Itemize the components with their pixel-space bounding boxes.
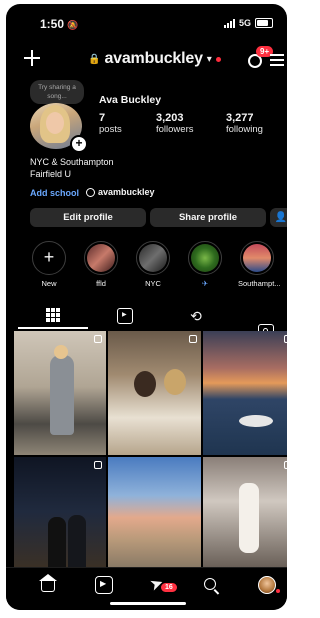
highlight-cover bbox=[136, 241, 170, 275]
home-icon-roof bbox=[39, 574, 57, 581]
multi-photo-icon bbox=[94, 335, 102, 343]
bell-silenced-icon: 🔕 bbox=[67, 20, 79, 30]
highlight-label: ffld bbox=[96, 279, 106, 288]
post-thumbnail[interactable] bbox=[108, 457, 201, 567]
lock-icon: 🔒 bbox=[88, 53, 101, 65]
highlight-label: New bbox=[41, 279, 57, 288]
discover-people-button[interactable]: 👤 bbox=[270, 208, 287, 227]
network-label: 5G bbox=[238, 18, 251, 28]
dm-badge: 16 bbox=[160, 582, 178, 593]
reels-icon[interactable] bbox=[95, 576, 113, 594]
add-story-icon[interactable]: + bbox=[70, 135, 88, 153]
highlight-item[interactable]: Southampt... bbox=[238, 241, 281, 288]
profile-icon[interactable] bbox=[258, 576, 276, 594]
status-time: 1:50 bbox=[40, 17, 65, 31]
highlight-cover bbox=[84, 241, 118, 275]
bio-line-1: NYC & Southampton bbox=[30, 157, 114, 167]
grid-tab[interactable] bbox=[46, 308, 62, 324]
bio-line-2: Fairfield U bbox=[30, 169, 72, 179]
threads-profile-link[interactable]: avambuckley bbox=[86, 187, 155, 197]
stat-following[interactable]: 3,277 following bbox=[226, 112, 263, 135]
highlight-cover bbox=[240, 241, 274, 275]
followers-count: 3,203 bbox=[156, 112, 184, 124]
reels-icon[interactable] bbox=[117, 308, 133, 324]
phone-screen: 1:50 🔕 5G 🔒 avambuckley ▾ 9+ Try sharing … bbox=[6, 4, 287, 610]
highlight-label: Southampt... bbox=[238, 279, 281, 288]
multi-photo-icon bbox=[284, 335, 287, 343]
share-profile-button[interactable]: Share profile bbox=[150, 208, 266, 227]
post-thumbnail[interactable] bbox=[14, 457, 106, 567]
username: avambuckley bbox=[104, 50, 203, 67]
new-highlight-ring: + bbox=[32, 241, 66, 275]
following-label: following bbox=[226, 124, 263, 135]
home-indicator bbox=[110, 602, 186, 605]
full-name: Ava Buckley bbox=[99, 94, 162, 106]
plus-icon: + bbox=[43, 247, 55, 267]
home-icon[interactable] bbox=[41, 581, 55, 592]
unread-dot bbox=[215, 56, 221, 62]
note-text: Try sharing a song... bbox=[38, 84, 76, 100]
threads-handle: avambuckley bbox=[98, 187, 155, 197]
highlight-new[interactable]: + New bbox=[30, 241, 68, 288]
highlight-label: ✈ bbox=[201, 279, 209, 288]
edit-profile-button[interactable]: Edit profile bbox=[30, 208, 146, 227]
post-thumbnail[interactable] bbox=[203, 457, 287, 567]
posts-count: 7 bbox=[99, 112, 106, 124]
post-thumbnail[interactable] bbox=[108, 331, 201, 455]
posts-grid bbox=[14, 331, 287, 567]
menu-icon[interactable] bbox=[270, 54, 284, 66]
highlight-item[interactable]: NYC bbox=[134, 241, 172, 288]
status-indicators: 5G bbox=[223, 18, 273, 28]
active-tab-indicator bbox=[18, 327, 88, 329]
remix-icon[interactable]: ⟲ bbox=[188, 308, 204, 324]
status-time-wrap: 1:50 🔕 bbox=[40, 17, 78, 31]
account-switcher[interactable]: 🔒 avambuckley ▾ bbox=[88, 50, 221, 68]
highlight-item[interactable]: ffld bbox=[82, 241, 120, 288]
battery-icon bbox=[255, 18, 273, 28]
highlight-label: NYC bbox=[145, 279, 161, 288]
stat-posts: 7 posts bbox=[99, 112, 122, 135]
note-bubble[interactable]: Try sharing a song... bbox=[30, 80, 84, 104]
profile-header: 🔒 avambuckley ▾ 9+ bbox=[6, 46, 287, 76]
plus-icon[interactable] bbox=[22, 48, 42, 68]
highlight-item[interactable]: ✈ bbox=[186, 241, 224, 288]
grid-icon bbox=[46, 308, 60, 322]
highlight-cover bbox=[188, 241, 222, 275]
multi-photo-icon bbox=[284, 461, 287, 469]
chevron-down-icon: ▾ bbox=[206, 53, 212, 65]
status-bar: 1:50 🔕 5G bbox=[6, 4, 287, 34]
multi-photo-icon bbox=[94, 461, 102, 469]
followers-label: followers bbox=[156, 124, 194, 135]
add-person-icon: 👤 bbox=[274, 212, 287, 223]
signal-icon bbox=[223, 18, 235, 28]
threads-at-icon bbox=[86, 187, 95, 197]
profile-notification-dot bbox=[276, 589, 280, 593]
search-icon[interactable] bbox=[204, 578, 216, 590]
following-count: 3,277 bbox=[226, 112, 254, 124]
add-school-link[interactable]: Add school bbox=[30, 188, 79, 198]
stat-followers[interactable]: 3,203 followers bbox=[156, 112, 194, 135]
post-thumbnail[interactable] bbox=[14, 331, 106, 455]
posts-label: posts bbox=[99, 124, 122, 135]
multi-photo-icon bbox=[189, 335, 197, 343]
profile-tabs: ⟲ bbox=[6, 305, 287, 340]
post-thumbnail[interactable] bbox=[203, 331, 287, 455]
